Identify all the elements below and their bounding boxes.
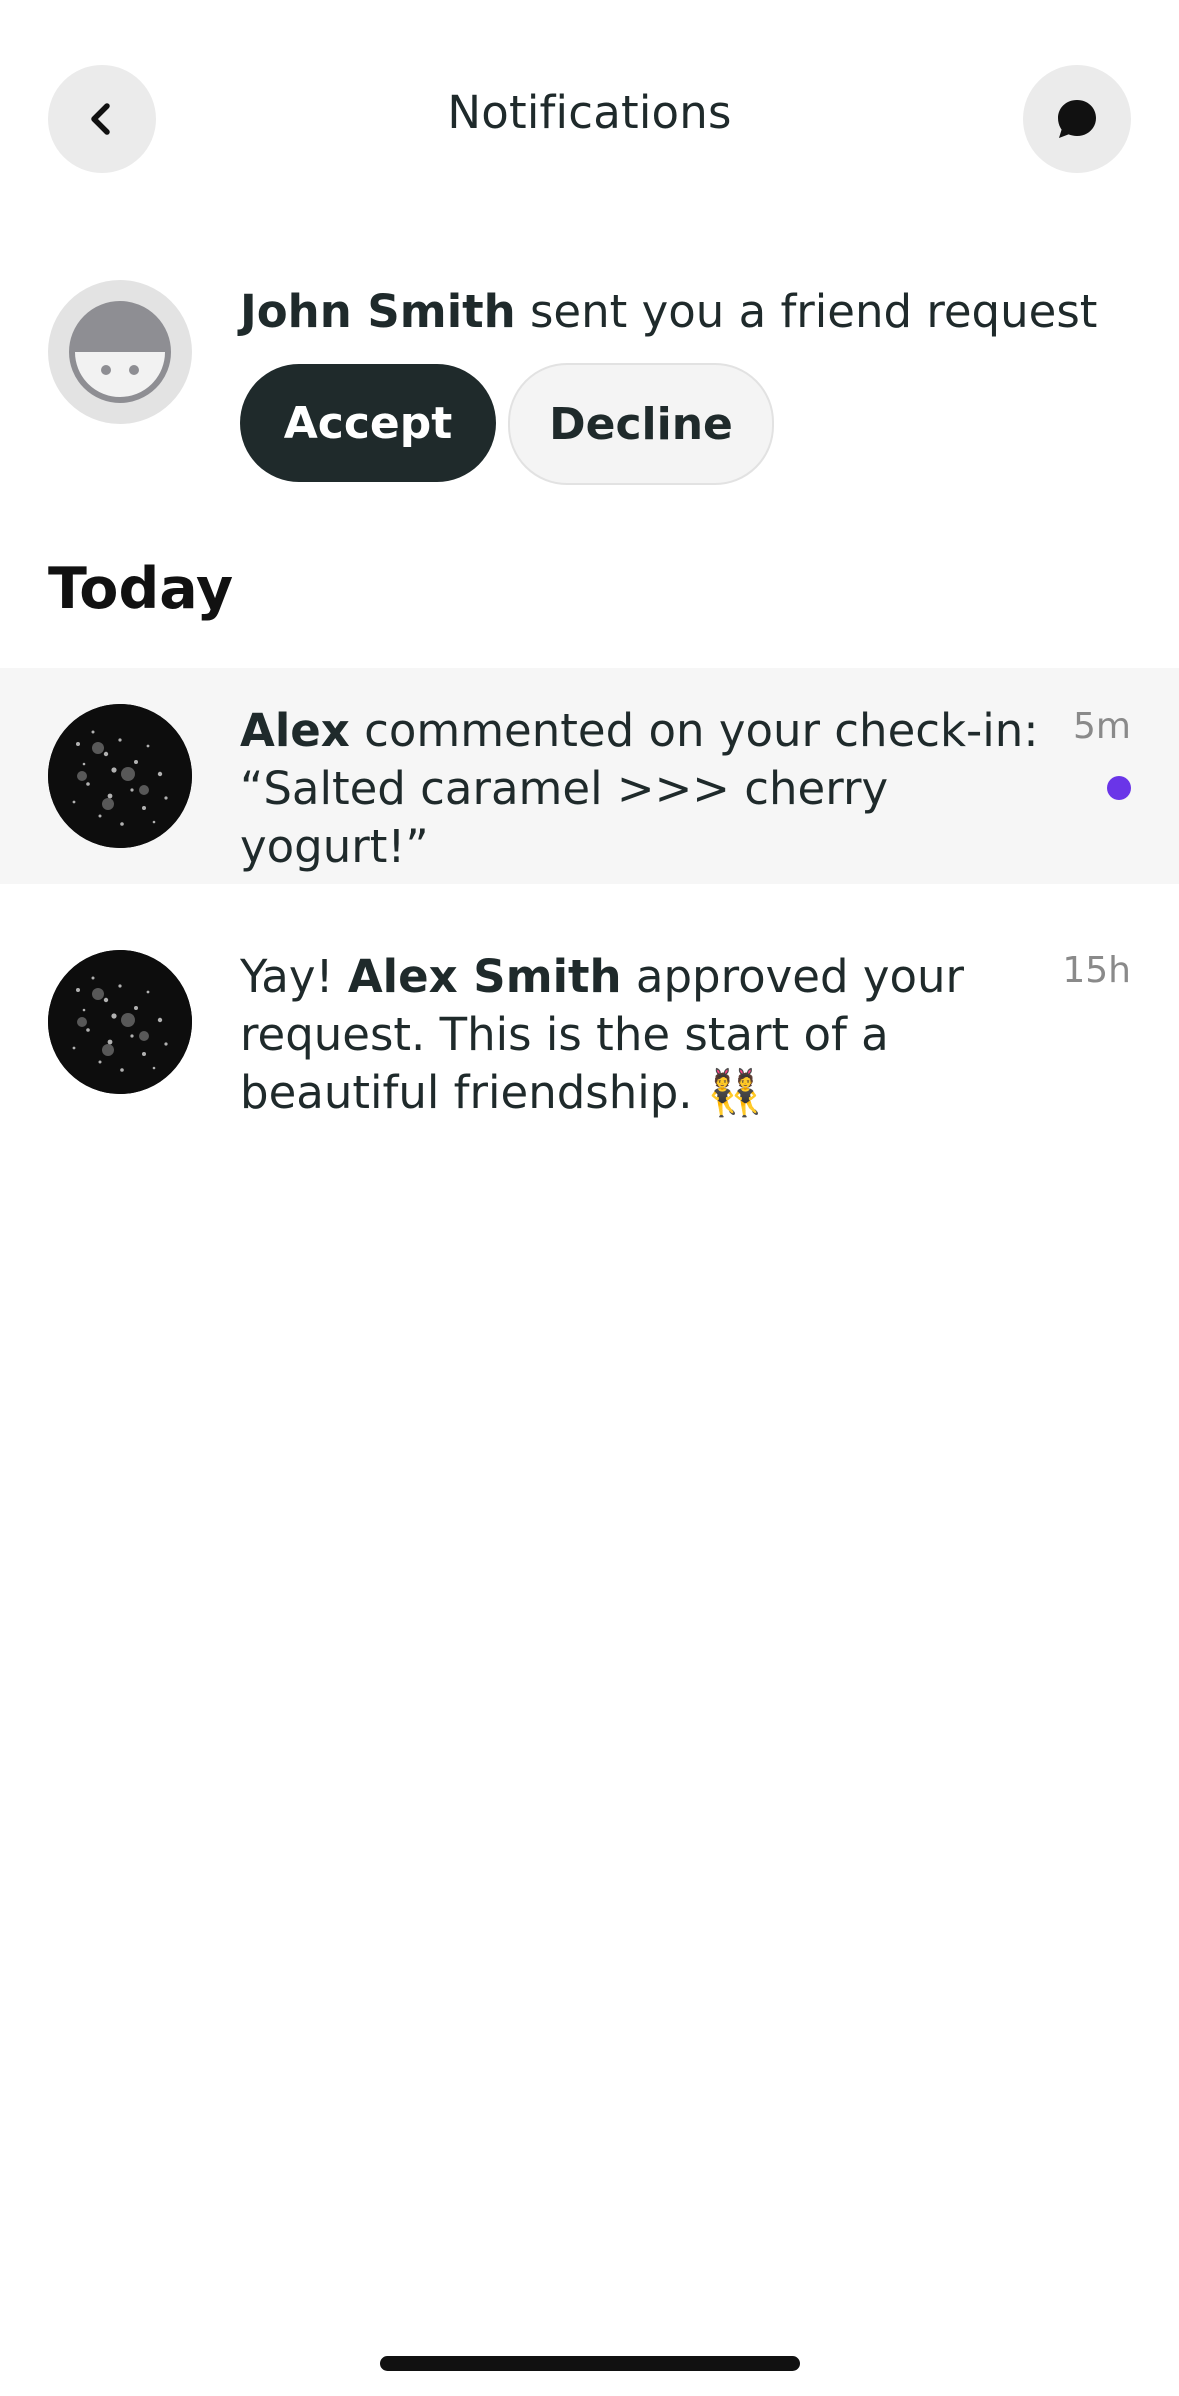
user-photo (48, 950, 192, 1094)
avatar[interactable] (48, 950, 192, 1094)
friend-request-text: John Smith sent you a friend request (240, 282, 1097, 342)
page-title: Notifications (447, 86, 732, 139)
notification-message: commented on your check-in: (349, 704, 1039, 757)
notification-text: Yay! Alex Smith approved your request. T… (240, 948, 1000, 1122)
default-avatar-icon (69, 301, 171, 403)
home-indicator[interactable] (380, 2356, 800, 2371)
comment-quote: “Salted caramel >>> cherry yogurt!” (240, 762, 889, 873)
timestamp: 15h (1062, 950, 1131, 991)
notification-text: Alex commented on your check-in: “Salted… (240, 702, 1040, 876)
timestamp: 5m (1073, 706, 1131, 747)
chat-button[interactable] (1023, 65, 1131, 173)
actor-name[interactable]: Alex Smith (348, 950, 622, 1003)
decline-button[interactable]: Decline (508, 363, 774, 485)
notification-item[interactable]: Yay! Alex Smith approved your request. T… (0, 912, 1179, 1132)
section-title-today: Today (48, 556, 234, 622)
notification-prefix: Yay! (240, 950, 348, 1003)
friend-request: John Smith sent you a friend request Acc… (0, 280, 1179, 500)
user-photo (48, 704, 192, 848)
notification-item[interactable]: Alex commented on your check-in: “Salted… (0, 668, 1179, 884)
actor-name[interactable]: Alex (240, 704, 350, 757)
requester-name[interactable]: John Smith (240, 285, 516, 338)
avatar[interactable] (48, 704, 192, 848)
avatar[interactable] (48, 280, 192, 424)
request-message: sent you a friend request (515, 285, 1098, 338)
chat-bubble-icon (1058, 100, 1096, 138)
header: Notifications (0, 0, 1179, 236)
accept-button[interactable]: Accept (240, 364, 496, 482)
dancers-emoji-icon: 👯 (706, 1066, 763, 1119)
unread-dot-icon (1107, 776, 1131, 800)
